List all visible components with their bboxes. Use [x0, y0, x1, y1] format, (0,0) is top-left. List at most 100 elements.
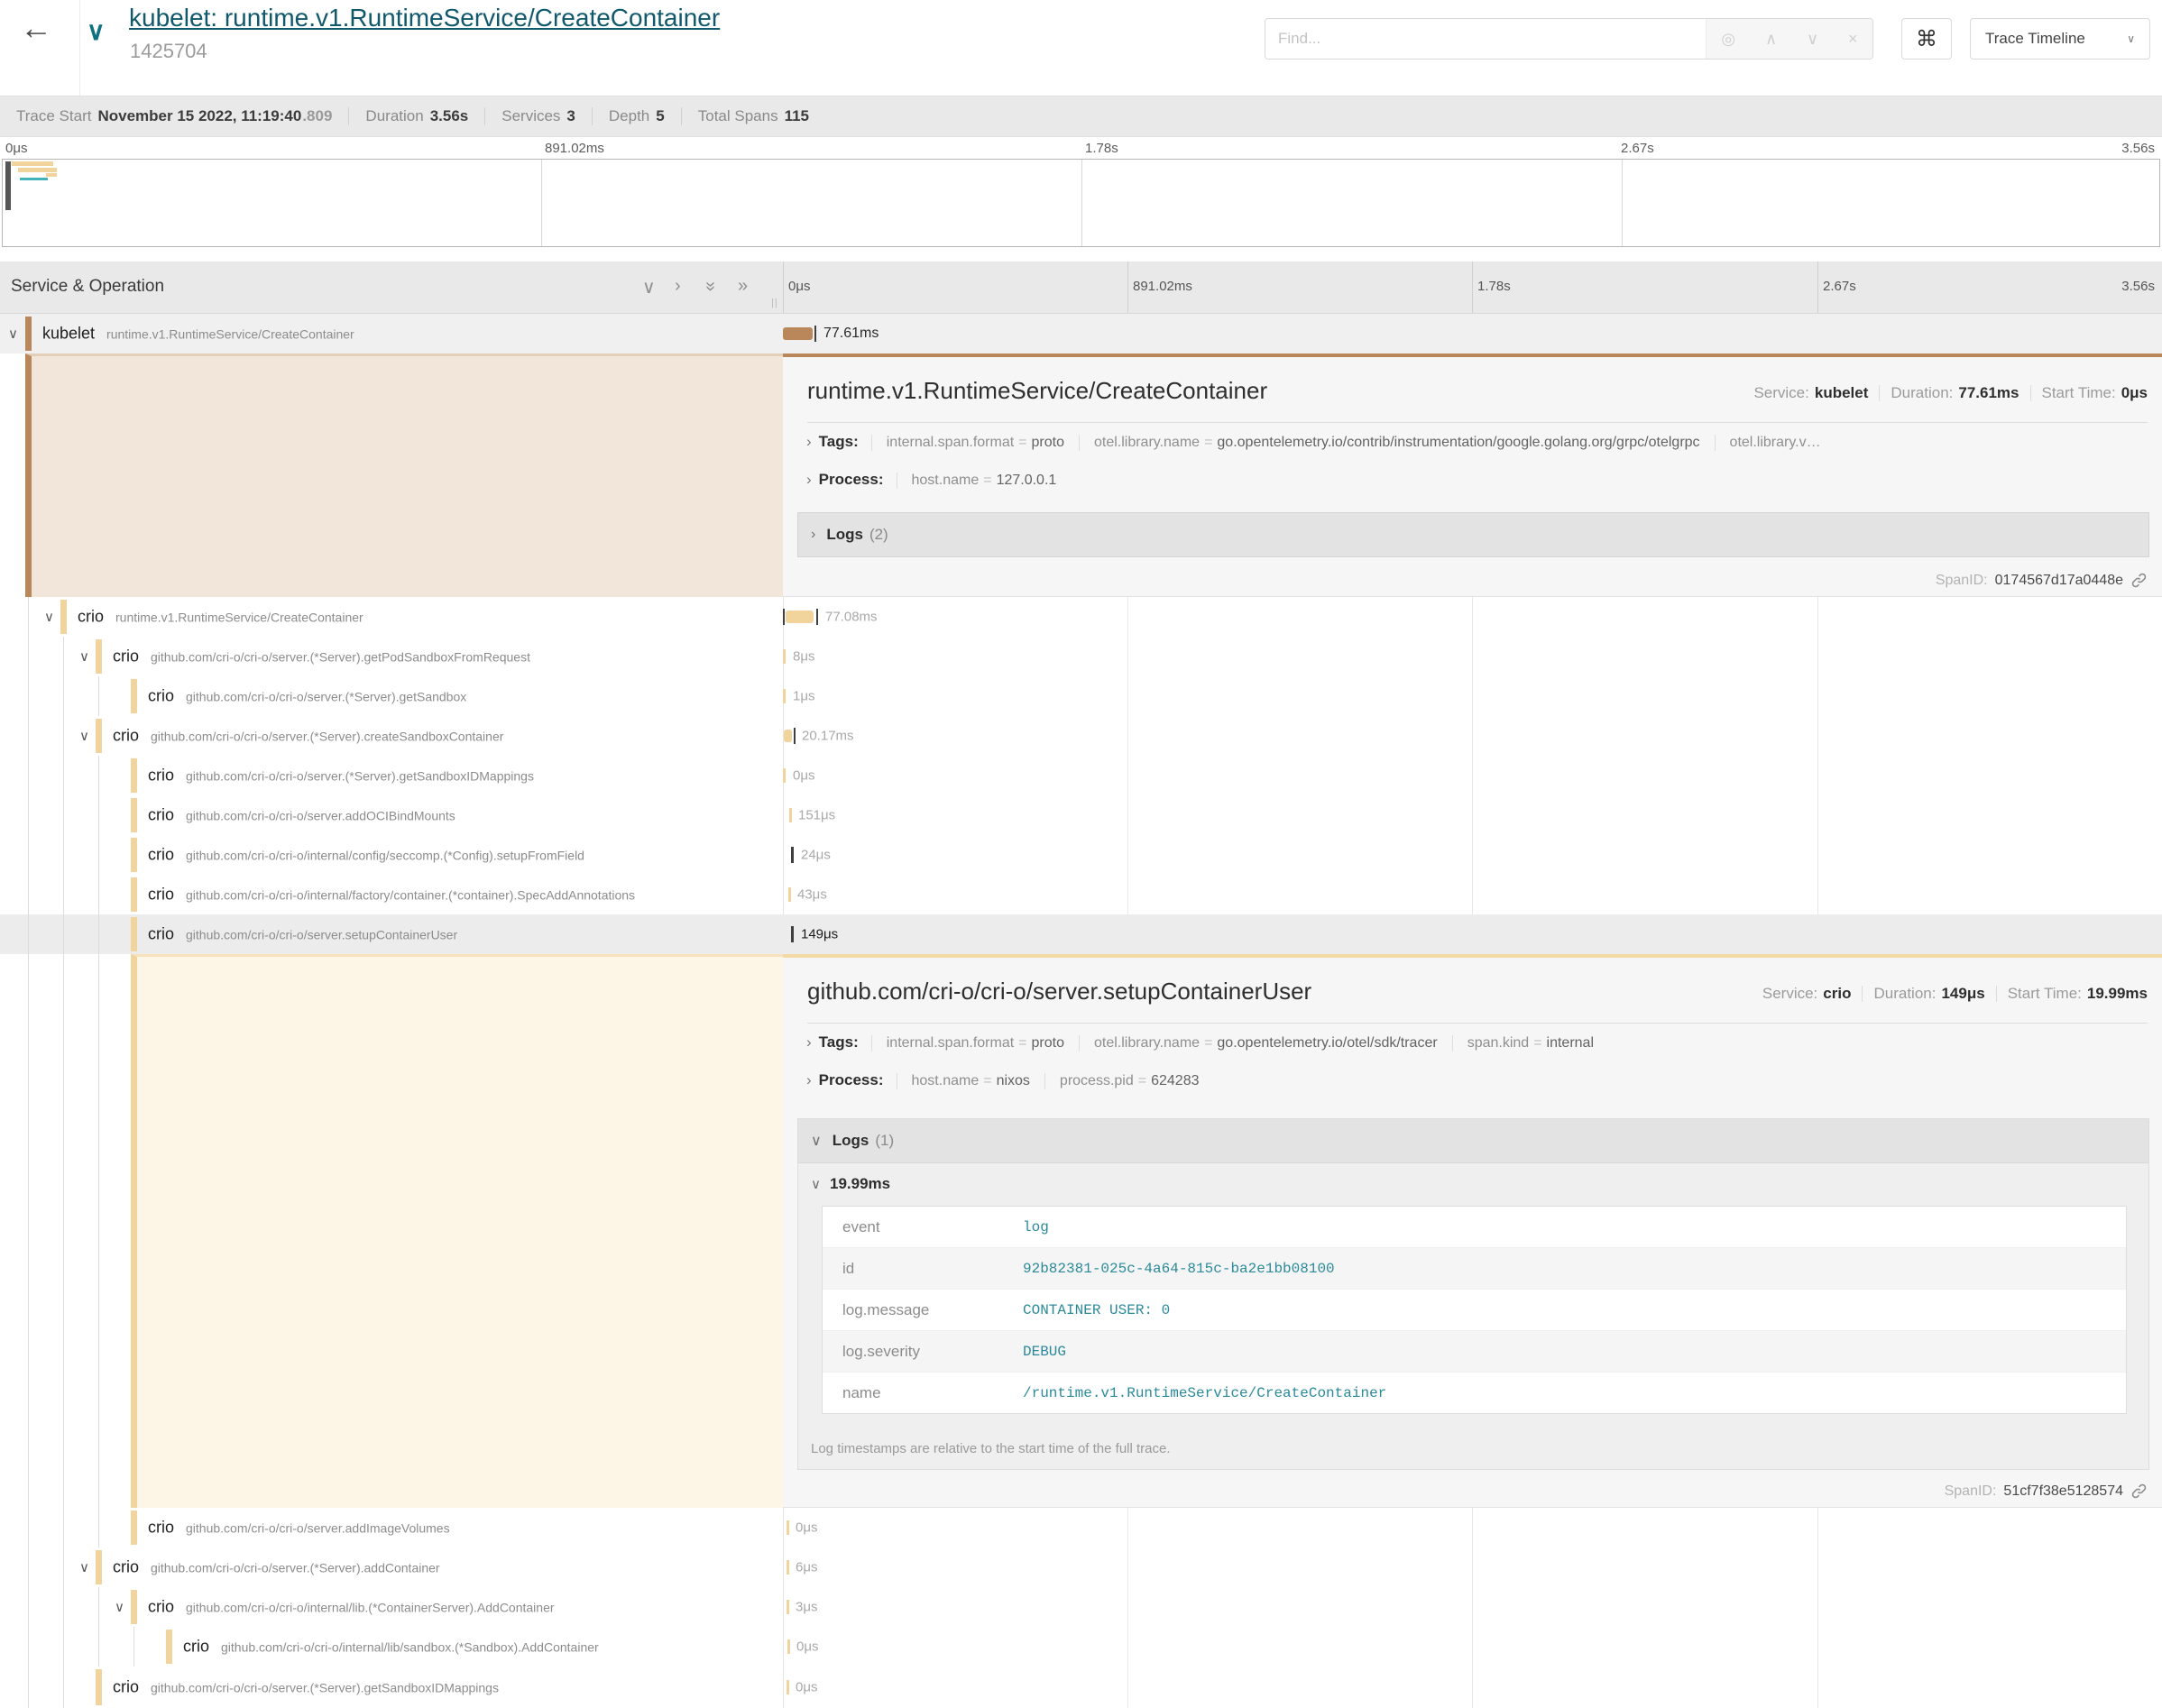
expand-chevron[interactable]: ∨ — [8, 326, 18, 342]
minimap-tick: 891.02ms — [545, 141, 604, 156]
span-service: crio — [148, 886, 174, 905]
span-bar[interactable] — [783, 649, 786, 664]
tags-row[interactable]: › Tags: internal.span.format=proto otel.… — [801, 1033, 2153, 1051]
span-row[interactable]: ∨ crio github.com/cri-o/cri-o/server.(*S… — [0, 1547, 2162, 1587]
span-duration: 8μs — [793, 649, 815, 665]
span-operation: github.com/cri-o/cri-o/server.(*Server).… — [186, 690, 466, 704]
minimap-scrubber-handle[interactable] — [5, 161, 11, 210]
find-controls: ◎ ∧ ∨ × — [1706, 19, 1872, 59]
span-row[interactable]: crio github.com/cri-o/cri-o/internal/lib… — [0, 1627, 2162, 1667]
span-service: crio — [113, 1678, 139, 1697]
span-color-bar — [96, 1669, 102, 1705]
span-row[interactable]: crio github.com/cri-o/cri-o/internal/fac… — [0, 875, 2162, 914]
span-color-bar — [131, 877, 137, 912]
span-service: crio — [148, 806, 174, 825]
span-bar[interactable] — [783, 689, 786, 703]
span-operation: github.com/cri-o/cri-o/server.addOCIBind… — [186, 809, 455, 823]
link-icon[interactable] — [2130, 1483, 2148, 1500]
find-box: ◎ ∧ ∨ × — [1265, 18, 1873, 60]
back-arrow-icon[interactable]: ← — [20, 9, 52, 47]
divider — [807, 422, 2148, 423]
span-operation: github.com/cri-o/cri-o/internal/lib/sand… — [221, 1640, 599, 1655]
collapse-all-icon[interactable]: » — [705, 276, 715, 297]
chevron-right-icon: › — [806, 1033, 812, 1051]
command-icon: ⌘ — [1916, 26, 1937, 51]
span-bar[interactable] — [789, 808, 792, 822]
span-bar[interactable] — [787, 1520, 789, 1535]
chevron-right-icon: › — [806, 471, 812, 489]
span-row[interactable]: ∨ crio runtime.v1.RuntimeService/CreateC… — [0, 597, 2162, 637]
span-row[interactable]: ∨ crio github.com/cri-o/cri-o/server.(*S… — [0, 716, 2162, 756]
span-bar[interactable] — [787, 1639, 790, 1654]
span-color-bar — [131, 1590, 137, 1624]
span-operation: github.com/cri-o/cri-o/server.(*Server).… — [151, 1681, 499, 1695]
span-bar[interactable] — [783, 768, 786, 783]
column-resize-handle[interactable]: || — [771, 298, 778, 308]
grid-line — [783, 262, 784, 313]
service-operation-header: Service & Operation — [11, 277, 164, 297]
span-row[interactable]: crio github.com/cri-o/cri-o/server.(*Ser… — [0, 756, 2162, 795]
clear-search-icon[interactable]: × — [1848, 30, 1858, 49]
log-marker — [791, 847, 794, 863]
minimap-span-bar — [46, 173, 57, 177]
next-match-icon[interactable]: ∨ — [1807, 30, 1818, 49]
log-fields-table: eventlog id92b82381-025c-4a64-815c-ba2e1… — [822, 1206, 2127, 1414]
prev-match-icon[interactable]: ∧ — [1765, 30, 1777, 49]
span-row-selected[interactable]: crio github.com/cri-o/cri-o/server.setup… — [0, 914, 2162, 954]
expand-chevron[interactable]: ∨ — [115, 1599, 124, 1615]
span-duration: 0μs — [796, 1680, 818, 1695]
span-bar[interactable] — [786, 611, 814, 623]
span-detail-panel: github.com/cri-o/cri-o/server.setupConta… — [783, 954, 2162, 1508]
expand-chevron[interactable]: ∨ — [79, 728, 89, 744]
span-row[interactable]: crio github.com/cri-o/cri-o/server.addOC… — [0, 795, 2162, 835]
log-field-row: log.messageCONTAINER USER: 0 — [823, 1290, 2126, 1331]
span-service: crio — [78, 608, 104, 627]
log-note: Log timestamps are relative to the start… — [811, 1441, 1171, 1456]
trace-minimap[interactable] — [2, 159, 2160, 247]
log-marker — [794, 728, 796, 744]
span-bar[interactable] — [784, 730, 792, 742]
minimap-span-bar — [12, 161, 53, 166]
expand-chevron[interactable]: ∨ — [79, 1559, 89, 1575]
span-bar[interactable] — [787, 1600, 789, 1614]
trace-summary-bar: Trace Start November 15 2022, 11:19:40.8… — [0, 96, 2162, 137]
logs-row[interactable]: ∨ Logs (1) — [798, 1119, 2148, 1163]
span-row[interactable]: ∨ crio github.com/cri-o/cri-o/internal/l… — [0, 1587, 2162, 1627]
process-row[interactable]: › Process: host.name=nixos process.pid=6… — [801, 1071, 2153, 1089]
focus-match-icon[interactable]: ◎ — [1721, 30, 1735, 49]
expand-chevron[interactable]: ∨ — [44, 609, 54, 625]
collapse-one-icon[interactable]: ∨ — [642, 276, 656, 298]
detail-meta: Service:kubelet Duration:77.61ms Start T… — [1753, 384, 2148, 402]
keyboard-shortcuts-button[interactable]: ⌘ — [1901, 18, 1952, 60]
span-duration: 3μs — [796, 1600, 818, 1615]
span-row[interactable]: ∨ crio github.com/cri-o/cri-o/server.(*S… — [0, 637, 2162, 676]
span-bar[interactable] — [787, 1560, 789, 1575]
collapse-header-chevron-icon[interactable]: ∨ — [87, 16, 106, 46]
span-row[interactable]: crio github.com/cri-o/cri-o/server.addIm… — [0, 1508, 2162, 1547]
span-row[interactable]: crio github.com/cri-o/cri-o/server.(*Ser… — [0, 1667, 2162, 1708]
log-marker — [814, 326, 816, 342]
span-service: crio — [113, 1558, 139, 1577]
log-entry-toggle[interactable]: ∨ 19.99ms — [811, 1175, 890, 1193]
log-field-row: id92b82381-025c-4a64-815c-ba2e1bb08100 — [823, 1248, 2126, 1290]
logs-row[interactable]: › Logs (2) — [797, 512, 2149, 557]
expand-all-icon[interactable]: » — [738, 276, 748, 297]
span-row[interactable]: crio github.com/cri-o/cri-o/server.(*Ser… — [0, 676, 2162, 716]
span-bar[interactable] — [783, 327, 813, 340]
span-color-bar — [131, 798, 137, 832]
span-bar[interactable] — [788, 887, 791, 902]
find-input[interactable] — [1265, 19, 1706, 59]
process-row[interactable]: › Process: host.name=127.0.0.1 — [801, 471, 2153, 489]
detail-meta: Service:crio Duration:149μs Start Time:1… — [1762, 985, 2148, 1003]
view-type-dropdown[interactable]: Trace Timeline ∨ — [1970, 18, 2150, 60]
expand-chevron[interactable]: ∨ — [79, 648, 89, 665]
span-bar[interactable] — [787, 1680, 789, 1694]
span-row[interactable]: crio github.com/cri-o/cri-o/internal/con… — [0, 835, 2162, 875]
span-duration: 151μs — [798, 808, 835, 823]
link-icon[interactable] — [2130, 572, 2148, 589]
expand-one-icon[interactable]: › — [675, 276, 681, 297]
trace-title-link[interactable]: kubelet: runtime.v1.RuntimeService/Creat… — [129, 4, 720, 32]
span-row[interactable]: ∨ kubelet runtime.v1.RuntimeService/Crea… — [0, 314, 2162, 354]
span-duration: 1μs — [793, 689, 815, 704]
tags-row[interactable]: › Tags: internal.span.format=proto otel.… — [801, 433, 2153, 451]
